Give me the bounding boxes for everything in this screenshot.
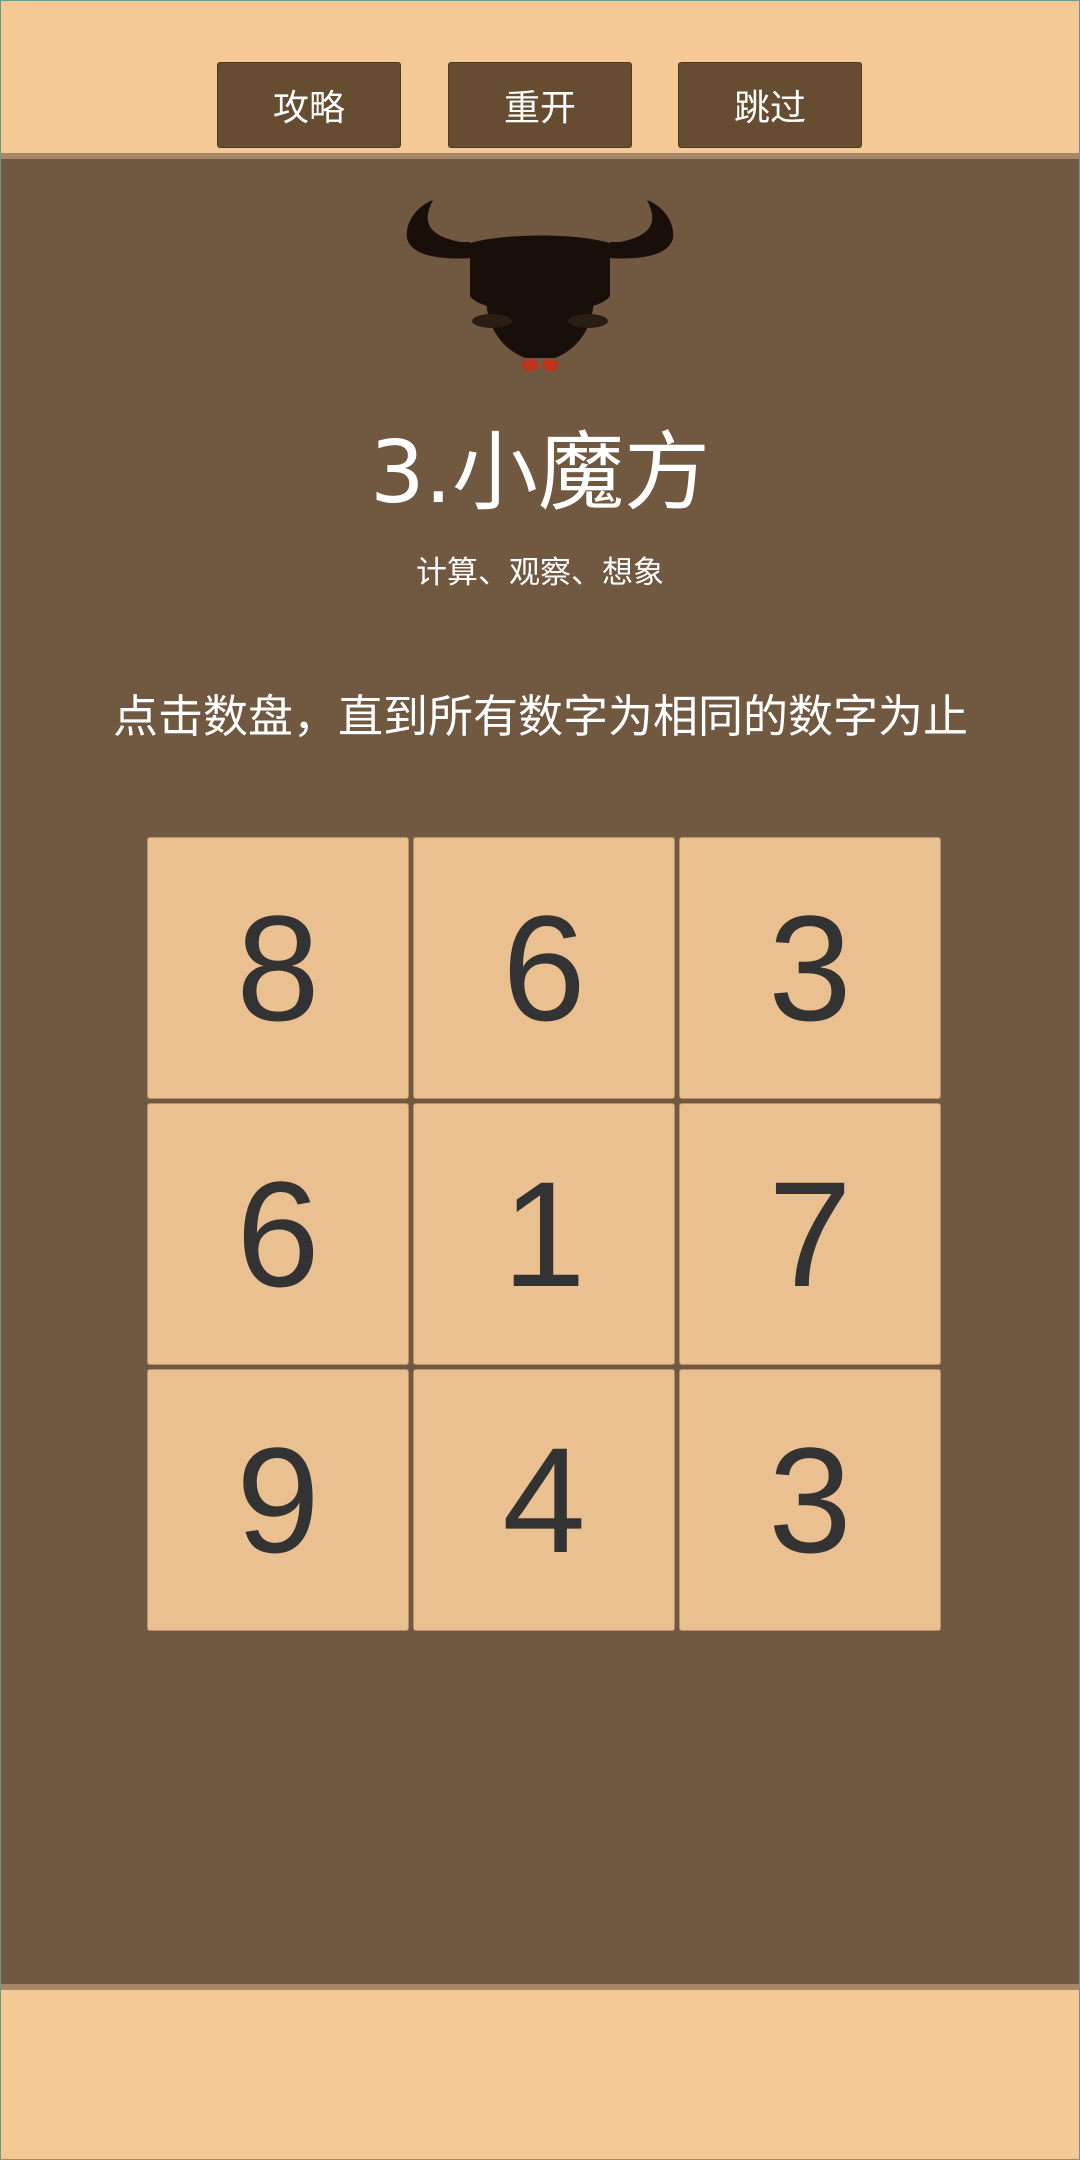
bull-head-icon [406,200,674,371]
guide-button[interactable]: 攻略 [217,62,401,148]
grid-cell-4[interactable]: 6 [147,1103,409,1365]
grid-cell-5[interactable]: 1 [413,1103,675,1365]
grid-cell-6[interactable]: 7 [679,1103,941,1365]
grid-cell-2[interactable]: 6 [413,837,675,1099]
bottom-bar [0,1990,1080,2160]
restart-button[interactable]: 重开 [448,62,632,148]
grid-cell-8[interactable]: 4 [413,1369,675,1631]
number-grid: 8 6 3 6 1 7 9 4 3 [147,837,945,1635]
instruction-text: 点击数盘，直到所有数字为相同的数字为止 [113,690,969,743]
level-subtitle: 计算、观察、想象 [416,555,664,591]
top-bar: 攻略 重开 跳过 [0,0,1080,153]
skip-button[interactable]: 跳过 [678,62,862,148]
grid-cell-9[interactable]: 3 [679,1369,941,1631]
level-title: 3.小魔方 [369,423,711,523]
grid-cell-7[interactable]: 9 [147,1369,409,1631]
grid-cell-1[interactable]: 8 [147,837,409,1099]
grid-cell-3[interactable]: 3 [679,837,941,1099]
